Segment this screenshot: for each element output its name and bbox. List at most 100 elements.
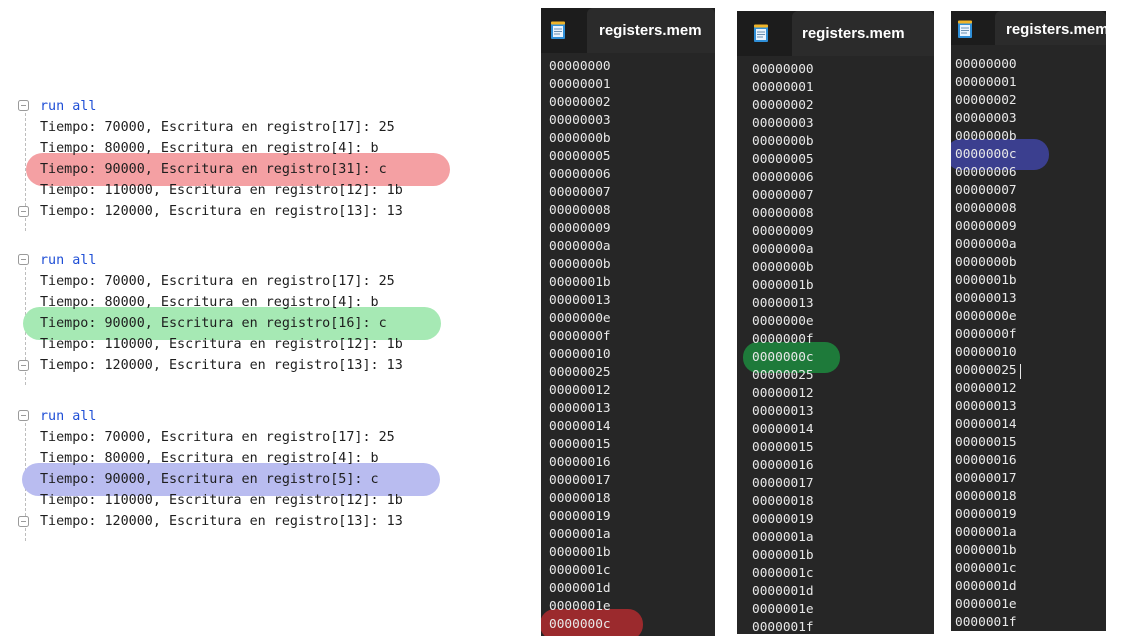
editor-line: 00000002 xyxy=(549,95,611,110)
editor-line: 00000017 xyxy=(752,476,814,491)
editor-line: 00000003 xyxy=(955,111,1017,126)
editor-line: 0000000c xyxy=(955,147,1017,162)
editor-line: 00000017 xyxy=(955,471,1017,486)
tab-label: registers.mem xyxy=(802,25,905,42)
output-line-highlighted: Tiempo: 90000, Escritura en registro[31]… xyxy=(40,162,387,177)
editor-line: 00000013 xyxy=(549,401,611,416)
editor-line: 00000013 xyxy=(955,399,1017,414)
editor-line: 0000001c xyxy=(752,566,814,581)
editor-line: 00000015 xyxy=(752,440,814,455)
editor-window-3: registers.mem 00000000 00000001 00000002 00… xyxy=(951,11,1106,631)
output-line: Tiempo: 110000, Escritura en registro[12… xyxy=(40,493,403,508)
output-line: Tiempo: 70000, Escritura en registro[17]… xyxy=(40,430,395,445)
editor-line: 0000001f xyxy=(955,615,1017,630)
editor-line: 00000015 xyxy=(549,437,611,452)
editor-line: 00000013 xyxy=(752,404,814,419)
editor-line: 00000000 xyxy=(955,57,1017,72)
editor-line: 00000018 xyxy=(955,489,1017,504)
run-block-2: run all Tiempo: 70000, Escritura en regi… xyxy=(0,250,480,390)
editor-line: 00000001 xyxy=(955,75,1017,90)
editor-line: 0000000a xyxy=(955,237,1017,252)
fold-end-icon[interactable] xyxy=(18,360,29,371)
editor-line: 00000018 xyxy=(549,491,611,506)
tab-bar: registers.mem xyxy=(737,11,934,56)
editor-line: 00000025 xyxy=(549,365,611,380)
editor-line: 00000015 xyxy=(955,435,1017,450)
editor-line: 0000001c xyxy=(549,563,611,578)
editor-line: 0000000b xyxy=(549,131,611,146)
editor-line: 00000013 xyxy=(955,291,1017,306)
editor-line: 00000019 xyxy=(752,512,814,527)
editor-line: 00000012 xyxy=(752,386,814,401)
fold-end-icon[interactable] xyxy=(18,206,29,217)
editor-window-1: registers.mem 00000000 00000001 00000002 00… xyxy=(541,8,715,636)
editor-line: 00000012 xyxy=(549,383,611,398)
editor-line: 00000016 xyxy=(955,453,1017,468)
editor-line: 0000001c xyxy=(955,561,1017,576)
editor-line: 0000000e xyxy=(752,314,814,329)
editor-line: 00000001 xyxy=(752,80,814,95)
editor-line: 00000009 xyxy=(549,221,611,236)
editor-line: 0000001a xyxy=(752,530,814,545)
editor-line: 00000016 xyxy=(549,455,611,470)
editor-line: 00000025 xyxy=(955,363,1017,378)
fold-collapse-icon[interactable] xyxy=(18,100,29,111)
editor-line: 00000008 xyxy=(549,203,611,218)
editor-line: 00000019 xyxy=(955,507,1017,522)
editor-line: 0000000b xyxy=(549,257,611,272)
editor-line: 00000014 xyxy=(752,422,814,437)
editor-line: 00000007 xyxy=(955,183,1017,198)
editor-line: 00000014 xyxy=(955,417,1017,432)
notepad-icon xyxy=(754,24,768,42)
notepad-icon xyxy=(551,21,565,39)
tab-label: registers.mem xyxy=(1006,21,1106,38)
editor-line: 00000019 xyxy=(549,509,611,524)
fold-collapse-icon[interactable] xyxy=(18,254,29,265)
notepad-icon xyxy=(958,20,972,38)
tab-bar: registers.mem xyxy=(541,8,715,53)
editor-line: 00000009 xyxy=(752,224,814,239)
output-line: Tiempo: 120000, Escritura en registro[13… xyxy=(40,204,403,219)
editor-line: 0000000f xyxy=(549,329,611,344)
editor-line: 00000025 xyxy=(752,368,814,383)
editor-line: 0000001b xyxy=(549,545,611,560)
editor-line: 00000012 xyxy=(955,381,1017,396)
editor-line: 00000006 xyxy=(549,167,611,182)
editor-line: 00000003 xyxy=(549,113,611,128)
editor-window-2: registers.mem 00000000 00000001 00000002 00… xyxy=(737,11,934,634)
editor-line: 0000000f xyxy=(752,332,814,347)
editor-line: 00000002 xyxy=(752,98,814,113)
command-line: run all xyxy=(40,253,97,268)
run-block-1: run all Tiempo: 70000, Escritura en regi… xyxy=(0,96,480,236)
editor-line: 00000006 xyxy=(955,165,1017,180)
output-line: Tiempo: 80000, Escritura en registro[4]:… xyxy=(40,295,379,310)
editor-line: 0000001d xyxy=(955,579,1017,594)
editor-line: 0000000c xyxy=(549,617,611,632)
fold-end-icon[interactable] xyxy=(18,516,29,527)
editor-line: 0000001b xyxy=(955,273,1017,288)
editor-line: 00000000 xyxy=(752,62,814,77)
editor-line: 00000017 xyxy=(549,473,611,488)
editor-line: 00000005 xyxy=(549,149,611,164)
output-line: Tiempo: 110000, Escritura en registro[12… xyxy=(40,183,403,198)
output-line: Tiempo: 70000, Escritura en registro[17]… xyxy=(40,120,395,135)
editor-line: 00000000 xyxy=(549,59,611,74)
editor-line: 00000008 xyxy=(955,201,1017,216)
editor-line: 00000014 xyxy=(549,419,611,434)
editor-line: 00000003 xyxy=(752,116,814,131)
run-block-3: run all Tiempo: 70000, Escritura en regi… xyxy=(0,406,480,546)
editor-line: 00000013 xyxy=(549,293,611,308)
editor-line: 0000000b xyxy=(955,255,1017,270)
editor-line: 0000001b xyxy=(955,543,1017,558)
output-line: Tiempo: 110000, Escritura en registro[12… xyxy=(40,337,403,352)
editor-line: 0000000b xyxy=(955,129,1017,144)
tab-label: registers.mem xyxy=(599,22,702,39)
editor-line: 0000000e xyxy=(549,311,611,326)
fold-collapse-icon[interactable] xyxy=(18,410,29,421)
editor-line: 0000000b xyxy=(752,260,814,275)
editor-line: 0000001d xyxy=(549,581,611,596)
editor-line: 0000000f xyxy=(955,327,1017,342)
output-line-highlighted: Tiempo: 90000, Escritura en registro[16]… xyxy=(40,316,387,331)
editor-line: 0000001e xyxy=(955,597,1017,612)
editor-line: 0000000a xyxy=(752,242,814,257)
